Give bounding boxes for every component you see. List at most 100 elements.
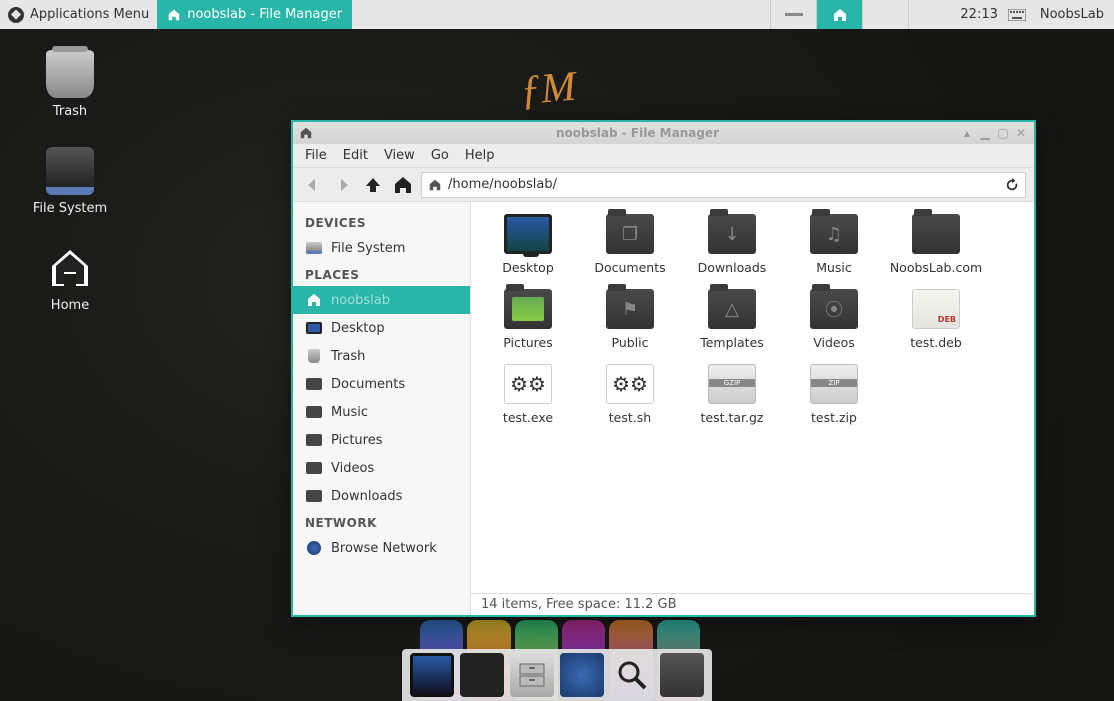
address-bar[interactable]: /home/noobslab/ [421,172,1026,198]
sidebar-header-places: PLACES [293,262,470,286]
file-item-label: Documents [579,260,681,275]
sidebar-item-label: Browse Network [331,541,437,556]
window-minimize-button[interactable]: ▁ [978,126,992,140]
file-item[interactable]: Pictures [477,289,579,350]
clock[interactable]: 22:13 [954,7,1003,22]
file-item[interactable]: ⚑ Public [579,289,681,350]
file-item[interactable]: GZIPtest.tar.gz [681,364,783,425]
sidebar-item-label: noobslab [331,293,390,308]
workspace-2[interactable] [816,0,862,29]
menu-go[interactable]: Go [425,146,455,165]
file-item-label: Templates [681,335,783,350]
file-item[interactable]: ⚙⚙ test.sh [579,364,681,425]
workspace-1[interactable] [770,0,816,29]
nav-back-button[interactable] [301,173,325,197]
nav-forward-button[interactable] [331,173,355,197]
keyboard-icon [1008,9,1026,21]
desktop-icon-label: File System [30,201,110,216]
sidebar-item-filesystem[interactable]: File System [293,234,470,262]
folder-glyph-icon: ↓ [708,214,756,254]
taskbar-entry-filemanager[interactable]: noobslab - File Manager [157,0,352,29]
file-item[interactable]: ZIPtest.zip [783,364,885,425]
dock: >_ [402,649,712,701]
folder-icon: ⚑ [606,289,654,329]
folder-glyph-icon: △ [708,289,756,329]
nav-home-button[interactable] [391,173,415,197]
dock-file-manager[interactable] [510,653,554,697]
file-item-label: NoobsLab.com [885,260,987,275]
dock-terminal[interactable]: >_ [460,653,504,697]
sidebar-item-downloads[interactable]: Downloads [293,482,470,510]
folder-glyph-icon: ⚑ [606,289,654,329]
window-close-button[interactable]: ✕ [1014,126,1028,140]
dock-display-settings[interactable] [410,653,454,697]
sidebar-item-label: Desktop [331,321,385,336]
file-item-label: Public [579,335,681,350]
applications-menu-label: Applications Menu [30,7,149,22]
sidebar-item-browse-network[interactable]: Browse Network [293,534,470,562]
menu-file[interactable]: File [299,146,333,165]
arrow-left-icon [303,175,323,195]
window-titlebar[interactable]: noobslab - File Manager ▴ ▁ ▢ ✕ [293,122,1034,144]
sidebar-item-label: Documents [331,377,405,392]
file-item[interactable]: ♫Music [783,214,885,275]
folder-glyph-icon [912,214,960,254]
file-grid[interactable]: Desktop❐Documents↓Downloads♫MusicNoobsLa… [471,202,1034,593]
refresh-button[interactable] [1005,178,1019,192]
file-item[interactable]: NoobsLab.com [885,214,987,275]
sidebar-item-noobslab[interactable]: noobslab [293,286,470,314]
home-icon [167,8,181,22]
desktop-icon-home[interactable]: Home [30,244,110,313]
dock-folder[interactable] [660,653,704,697]
applications-menu-button[interactable]: Applications Menu [0,0,157,29]
address-path: /home/noobslab/ [448,177,557,192]
dock-search[interactable] [610,653,654,697]
file-item[interactable]: ⦿Videos [783,289,885,350]
executable-icon: ⚙⚙ [606,364,654,404]
file-item[interactable]: DEB test.deb [885,289,987,350]
nav-up-button[interactable] [361,173,385,197]
dock-web-browser[interactable] [560,653,604,697]
sidebar-item-music[interactable]: Music [293,398,470,426]
workspace-3[interactable] [862,0,908,29]
refresh-icon [1005,178,1019,192]
desktop-icon-filesystem[interactable]: File System [30,147,110,216]
archive-icon: ZIP [810,364,858,404]
file-item-label: test.deb [885,335,987,350]
folder-icon [305,487,323,505]
window-stick-button[interactable]: ▴ [960,126,974,140]
package-icon: DEB [912,289,960,329]
menubar: File Edit View Go Help [293,144,1034,168]
trash-icon [305,347,323,365]
sidebar-header-devices: DEVICES [293,210,470,234]
folder-icon [305,375,323,393]
file-item[interactable]: ❐Documents [579,214,681,275]
sidebar-item-documents[interactable]: Documents [293,370,470,398]
keyboard-indicator[interactable] [1004,9,1030,21]
folder-icon [912,214,960,254]
file-item[interactable]: ↓Downloads [681,214,783,275]
folder-icon: ⦿ [810,289,858,329]
file-item[interactable]: △ Templates [681,289,783,350]
sidebar-item-videos[interactable]: Videos [293,454,470,482]
sidebar-item-label: File System [331,241,405,256]
workspace-4[interactable] [908,0,954,29]
sidebar-item-trash[interactable]: Trash [293,342,470,370]
file-item[interactable]: ⚙⚙test.exe [477,364,579,425]
sidebar-item-desktop[interactable]: Desktop [293,314,470,342]
window-maximize-button[interactable]: ▢ [996,126,1010,140]
home-icon [305,291,323,309]
menu-view[interactable]: View [378,146,421,165]
drive-icon [46,147,94,195]
menu-help[interactable]: Help [459,146,501,165]
sidebar-item-pictures[interactable]: Pictures [293,426,470,454]
globe-icon [305,539,323,557]
file-item-label: test.sh [579,410,681,425]
user-menu[interactable]: NoobsLab [1030,7,1114,22]
file-item-label: test.exe [477,410,579,425]
menu-edit[interactable]: Edit [337,146,374,165]
desktop-icon-trash[interactable]: Trash [30,50,110,119]
file-item[interactable]: Desktop [477,214,579,275]
folder-glyph-icon: ⦿ [810,289,858,329]
file-item-label: Pictures [477,335,579,350]
